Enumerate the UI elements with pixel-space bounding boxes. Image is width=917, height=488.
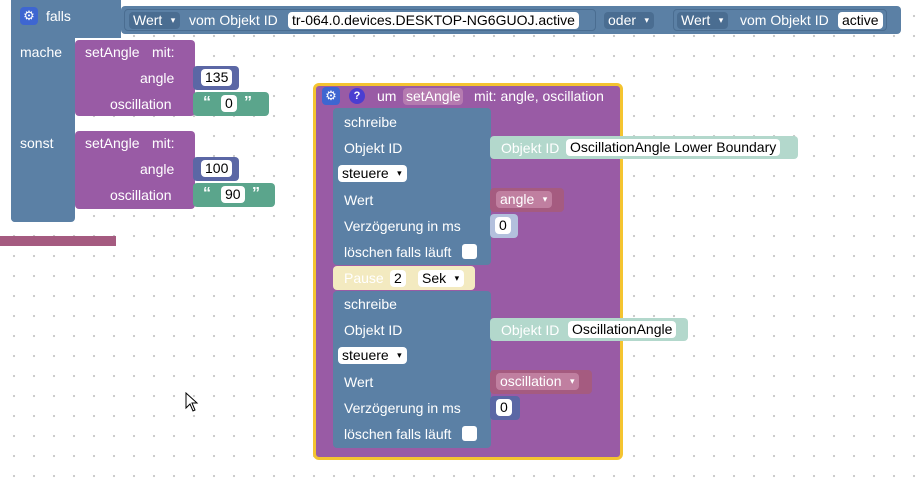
chevron-down-icon: ▾ (542, 194, 548, 204)
chevron-down-icon: ▾ (644, 15, 650, 25)
text-field[interactable]: 90 (221, 186, 245, 203)
mouse-cursor-icon (185, 392, 199, 412)
value-label: Wert (344, 192, 374, 208)
object-id-field[interactable]: OscillationAngle Lower Boundary (566, 139, 781, 156)
chevron-down-icon: ▾ (170, 15, 176, 25)
chevron-down-icon: ▾ (569, 376, 575, 386)
call-mit: mit: (152, 135, 175, 151)
quote-open-icon: “ (203, 94, 211, 111)
clear-checkbox[interactable] (462, 426, 477, 441)
object-id-label: Objekt ID (344, 140, 403, 156)
help-icon[interactable]: ? (349, 88, 365, 104)
procedure-params: mit: angle, oscillation (474, 88, 604, 104)
delay-label: Verzögerung in ms (344, 218, 461, 234)
bottom-block-fragment[interactable] (0, 236, 116, 246)
arg-label-angle: angle (140, 161, 175, 177)
pause-value-field[interactable]: 2 (390, 270, 406, 287)
delay-field[interactable]: 0 (496, 399, 512, 416)
clear-label: löschen falls läuft (344, 244, 452, 260)
chevron-down-icon: ▾ (397, 350, 402, 360)
number-field[interactable]: 135 (201, 69, 233, 86)
text-field[interactable]: 0 (221, 95, 237, 112)
delay-field[interactable]: 0 (495, 217, 511, 234)
write-title: schreibe (344, 296, 397, 312)
object-id-field[interactable]: OscillationAngle (568, 321, 677, 338)
clear-checkbox[interactable] (462, 244, 477, 259)
number-field[interactable]: 100 (201, 160, 233, 177)
mode-dropdown[interactable]: steuere ▾ (338, 347, 407, 364)
mode-dropdown[interactable]: steuere ▾ (338, 165, 407, 182)
chevron-down-icon: ▾ (397, 168, 402, 178)
value-dropdown-right[interactable]: Wert ▾ (677, 12, 729, 29)
object-id-field-left[interactable]: tr-064.0.devices.DESKTOP-NG6GUOJ.active (288, 12, 579, 29)
gear-icon[interactable]: ⚙ (20, 7, 38, 25)
quote-close-icon: ” (252, 185, 260, 202)
variable-dropdown[interactable]: oscillation ▾ (496, 373, 580, 390)
gear-icon[interactable]: ⚙ (322, 87, 340, 105)
object-id-block-label: Objekt ID (501, 322, 560, 338)
clear-label: löschen falls läuft (344, 426, 452, 442)
chevron-down-icon: ▾ (718, 15, 724, 25)
get-value-text-right: vom Objekt ID (740, 12, 829, 28)
procedure-name-field[interactable]: setAngle (403, 88, 464, 105)
operator-dropdown[interactable]: oder ▾ (604, 12, 655, 29)
object-id-field-right[interactable]: active (838, 12, 883, 29)
call-name: setAngle (85, 135, 140, 151)
value-dropdown-left[interactable]: Wert ▾ (129, 12, 181, 29)
else-label: sonst (20, 135, 54, 151)
procedure-prefix: um (377, 88, 397, 104)
arg-label-oscillation: oscillation (110, 96, 172, 112)
call-mit: mit: (152, 44, 175, 60)
quote-close-icon: ” (244, 94, 252, 111)
pause-label: Pause (344, 270, 384, 286)
object-id-label: Objekt ID (344, 322, 403, 338)
get-value-text-left: vom Objekt ID (189, 12, 278, 28)
if-label: falls (46, 8, 71, 24)
delay-label: Verzögerung in ms (344, 400, 461, 416)
variable-dropdown[interactable]: angle ▾ (496, 191, 553, 208)
object-id-block-label: Objekt ID (501, 140, 560, 156)
pause-unit-dropdown[interactable]: Sek ▾ (418, 270, 465, 287)
chevron-down-icon: ▾ (454, 273, 460, 283)
quote-open-icon: “ (203, 185, 211, 202)
arg-label-angle: angle (140, 70, 175, 86)
do-label: mache (20, 44, 63, 60)
write-title: schreibe (344, 114, 397, 130)
arg-label-oscillation: oscillation (110, 187, 172, 203)
value-label: Wert (344, 374, 374, 390)
call-name: setAngle (85, 44, 140, 60)
